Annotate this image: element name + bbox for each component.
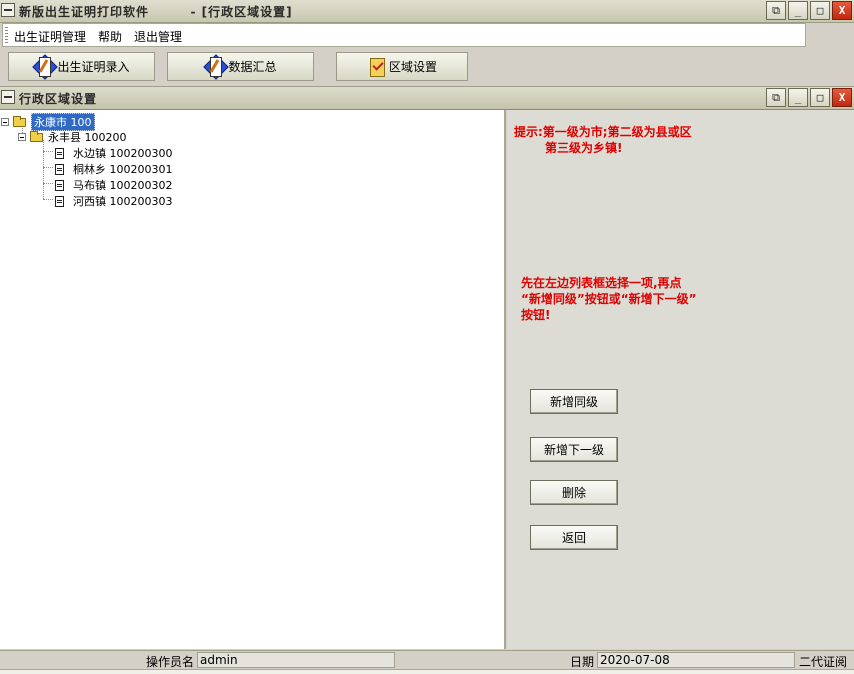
menu-grip[interactable] <box>5 27 8 43</box>
collapse-icon[interactable] <box>18 133 26 141</box>
data-summary-label: 数据汇总 <box>228 60 277 74</box>
child-minimize-button[interactable]: _ <box>788 88 808 107</box>
child-restore-button[interactable]: ⧉ <box>766 88 786 107</box>
back-button[interactable]: 返回 <box>530 525 618 550</box>
book-edit-icon <box>32 53 59 80</box>
document-icon <box>55 179 64 191</box>
settings-panel: 提示:第一级为市;第二级为县或区 第三级为乡镇! 先在左边列表框选择一项,再点 … <box>507 110 854 649</box>
close-button[interactable]: X <box>832 1 852 20</box>
hint-text: 按钮! <box>521 308 551 322</box>
document-icon <box>55 195 64 207</box>
child-title: 行政区域设置 <box>19 92 98 106</box>
hint-text: 先在左边列表框选择一项,再点 <box>521 276 682 290</box>
operator-label: 操作员名 <box>146 655 195 669</box>
open-folder-icon <box>30 130 43 142</box>
birth-cert-entry-button[interactable]: 出生证明录入 <box>8 52 155 81</box>
collapse-icon[interactable] <box>1 118 9 126</box>
tree-node-town[interactable]: 水边镇 100200300 <box>55 145 172 161</box>
tree-node-label: 马布镇 100200302 <box>73 179 173 192</box>
open-folder-icon <box>13 115 26 127</box>
status-bar: 操作员名 admin 日期 2020-07-08 二代证阅 <box>0 650 854 670</box>
tree-node-town[interactable]: 马布镇 100200302 <box>55 177 172 193</box>
document-icon <box>55 163 64 175</box>
app-title-bar: 新版出生证明打印软件 - [行政区域设置] ⧉ _ □ X <box>0 0 854 23</box>
checklist-icon <box>367 56 387 78</box>
toolbar: 出生证明录入 数据汇总 区域设置 <box>0 49 854 85</box>
region-settings-button[interactable]: 区域设置 <box>336 52 468 81</box>
restore-button[interactable]: ⧉ <box>766 1 786 20</box>
delete-button[interactable]: 删除 <box>530 480 618 505</box>
restore-icon: ⧉ <box>772 3 780 17</box>
id-card-reader-status: 二代证阅 <box>799 655 848 669</box>
book-edit-icon <box>203 53 230 80</box>
maximize-icon: □ <box>816 91 824 104</box>
date-value: 2020-07-08 <box>597 652 795 668</box>
menu-exit-management[interactable]: 退出管理 <box>134 28 182 45</box>
child-title-bar: 行政区域设置 ⧉ _ □ X <box>0 86 854 110</box>
hint-text: “新增同级”按钮或“新增下一级” <box>521 292 697 306</box>
child-system-menu-icon[interactable] <box>1 90 15 104</box>
document-icon <box>55 147 64 159</box>
date-label: 日期 <box>570 655 595 669</box>
minimize-icon: _ <box>794 91 802 104</box>
operator-value: admin <box>197 652 395 668</box>
tree-node-town[interactable]: 桐林乡 100200301 <box>55 161 172 177</box>
tree-node-label: 永丰县 100200 <box>48 131 127 144</box>
data-summary-button[interactable]: 数据汇总 <box>167 52 314 81</box>
close-icon: X <box>838 4 846 17</box>
child-maximize-button[interactable]: □ <box>810 88 830 107</box>
menu-birth-cert-management[interactable]: 出生证明管理 <box>14 28 86 45</box>
child-close-button[interactable]: X <box>832 88 852 107</box>
hint-text: 提示:第一级为市;第二级为县或区 <box>514 125 692 139</box>
system-menu-icon[interactable] <box>1 3 15 17</box>
restore-icon: ⧉ <box>772 90 780 104</box>
menu-bar: 出生证明管理 帮助 退出管理 <box>2 23 806 47</box>
menu-help[interactable]: 帮助 <box>98 28 122 45</box>
tree-node-label: 河西镇 100200303 <box>73 195 173 208</box>
tree-node-county[interactable]: 永丰县 100200 <box>18 129 127 145</box>
minimize-button[interactable]: _ <box>788 1 808 20</box>
add-same-level-button[interactable]: 新增同级 <box>530 389 618 414</box>
maximize-button[interactable]: □ <box>810 1 830 20</box>
hint-text: 第三级为乡镇! <box>545 141 623 155</box>
region-tree[interactable]: 永康市 100 永丰县 100200 水边镇 100200300 桐林乡 100… <box>0 110 506 649</box>
birth-cert-entry-label: 出生证明录入 <box>57 60 130 74</box>
tree-node-town[interactable]: 河西镇 100200303 <box>55 193 172 209</box>
close-icon: X <box>838 91 846 104</box>
maximize-icon: □ <box>816 4 824 17</box>
tree-node-label: 桐林乡 100200301 <box>73 163 173 176</box>
minimize-icon: _ <box>794 4 802 17</box>
region-settings-label: 区域设置 <box>388 60 437 74</box>
tree-node-label: 水边镇 100200300 <box>73 147 173 160</box>
app-title: 新版出生证明打印软件 - [行政区域设置] <box>19 5 293 19</box>
add-child-level-button[interactable]: 新增下一级 <box>530 437 618 462</box>
bottom-edge <box>0 669 854 674</box>
